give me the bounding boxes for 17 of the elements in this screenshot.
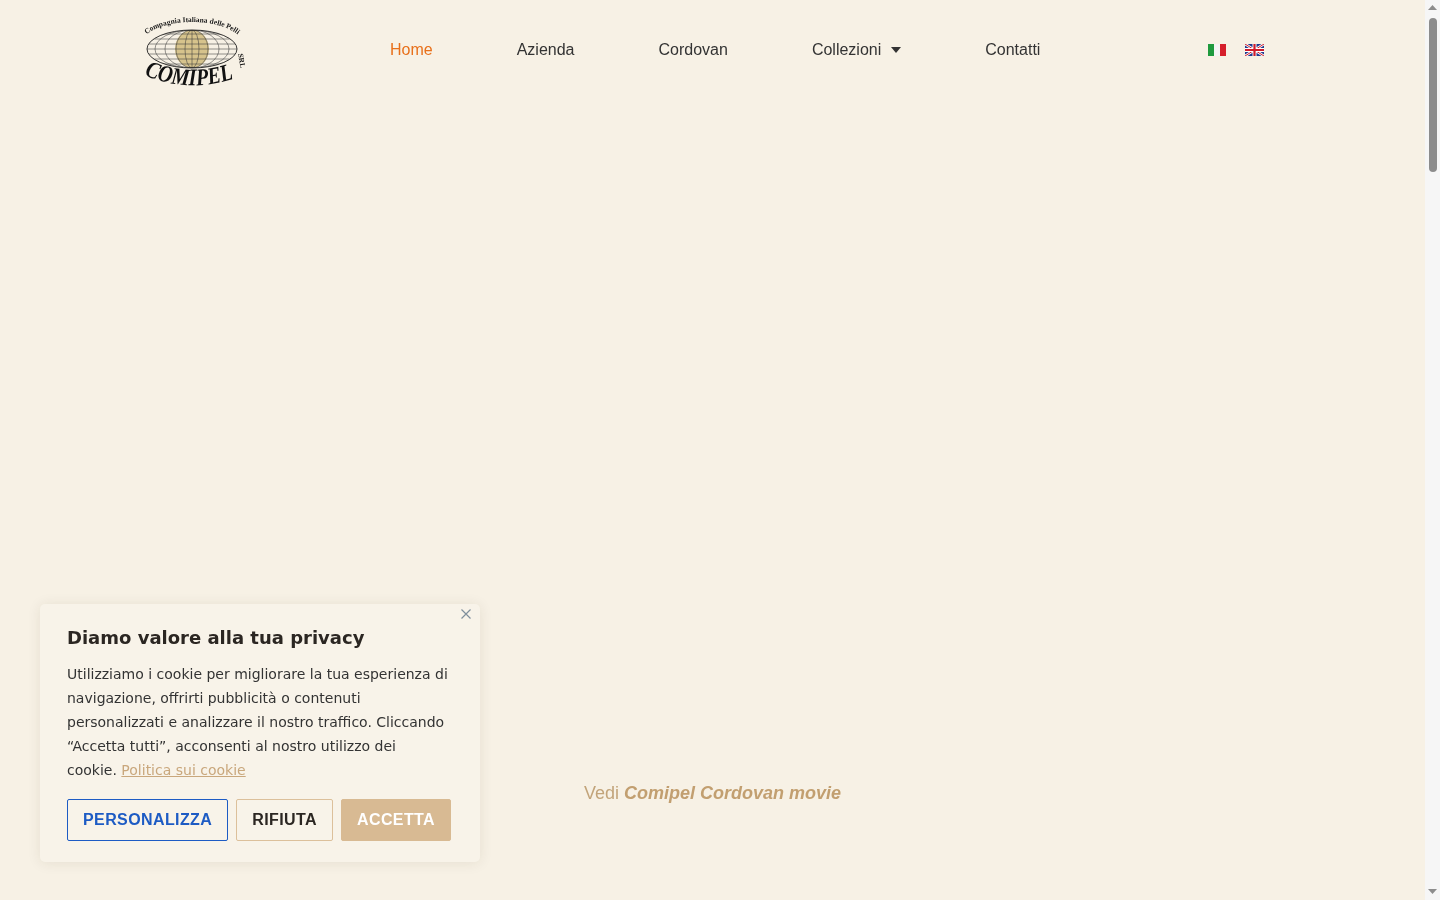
banner-title: Diamo valore alla tua privacy	[67, 626, 366, 650]
nav-link[interactable]: Contatti	[985, 38, 1041, 62]
scroll-up-icon[interactable]	[1428, 5, 1437, 10]
close-icon	[461, 609, 471, 619]
logo-wordmark: COMIPEL	[142, 55, 238, 91]
scroll-down-icon[interactable]	[1428, 889, 1437, 894]
scrollbar-thumb[interactable]	[1428, 18, 1437, 172]
scrollbar[interactable]	[1425, 0, 1440, 900]
close-button[interactable]	[460, 608, 472, 620]
secondary-consent-button[interactable]: RIFIUTA	[236, 799, 333, 841]
cookie-notice-text: Utilizziamo i cookie per migliorare la tua esperienza di navigazione, offrirti pubblicità o contenuti personalizzati e analizzare il nostro traffico. Cliccando “Accetta tutti”, acconsenti al nostro utilizzo dei cookie. Politica sui cookie	[67, 665, 449, 780]
uk-flag-icon[interactable]	[1245, 44, 1264, 56]
nav-link[interactable]: Azienda	[516, 38, 575, 62]
nav-link[interactable]: Collezioni	[811, 38, 902, 62]
nav-link[interactable]: Cordovan	[658, 38, 728, 62]
outline-consent-button[interactable]: PERSONALIZZA	[67, 799, 229, 841]
italy-flag-icon[interactable]	[1208, 44, 1226, 56]
